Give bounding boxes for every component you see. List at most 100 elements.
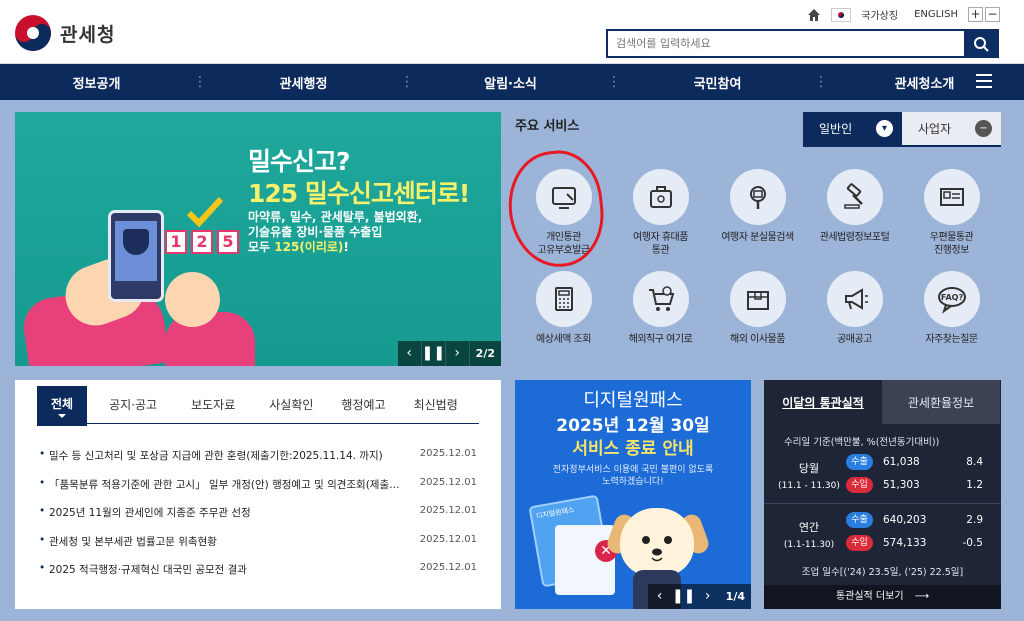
dpass-controls: ‹ ❚❚ › 1/4 xyxy=(647,584,751,609)
tab-label: 일반인 xyxy=(819,122,853,136)
notice-title[interactable]: 2025 적극행정·규제혁신 대국민 공모전 결과 xyxy=(37,562,407,591)
list-item[interactable]: 2025년 11월의 관세인에 지종준 주무관 선정 2025.12.01 xyxy=(37,505,477,534)
stats-divider xyxy=(764,503,1001,504)
tab-general[interactable]: 일반인 ▾ xyxy=(803,112,902,145)
service-lost-found[interactable]: 여행자 분실물검색 xyxy=(709,169,806,265)
tab-label: 사업자 xyxy=(918,122,952,136)
banner-text: 모두 xyxy=(248,240,275,254)
service-label: 예상세액 조회 xyxy=(536,334,591,345)
cart-icon xyxy=(632,271,689,327)
import-badge: 수입 xyxy=(846,535,873,551)
chevron-down-icon: ▾ xyxy=(876,120,893,137)
list-item[interactable]: 「품목분류 적용기준에 관한 고시」 일부 개정(안) 행정예고 및 의견조회(… xyxy=(37,477,477,506)
notice-title[interactable]: 2025년 11월의 관세인에 지종준 주무관 선정 xyxy=(37,505,407,534)
luggage-icon xyxy=(632,169,689,225)
service-traveler-goods[interactable]: 여행자 휴대품 통관 xyxy=(612,169,709,265)
period-name: 연간 xyxy=(798,521,820,534)
dpass-desc-line: 전자정부서비스 이용에 국민 불편이 없도록 xyxy=(552,465,714,475)
notice-title[interactable]: 관세청 및 본부세관 법률고문 위촉현황 xyxy=(37,534,407,563)
next-icon[interactable]: › xyxy=(446,341,470,366)
banner-description: 마약류, 밀수, 관세탈루, 불법외환, 기술유출 장비·물품 수출입 모두 1… xyxy=(248,210,422,255)
stats-row-year-export: 수출 640,203 2.9 xyxy=(846,511,986,529)
service-label: 관세법령정보포털 xyxy=(819,232,890,243)
notice-date: 2025.12.01 xyxy=(419,505,477,516)
prev-icon[interactable]: ‹ xyxy=(398,341,422,366)
service-label: 여행자 휴대품 통관 xyxy=(633,232,688,256)
nav-item-participation[interactable]: 국민참여 xyxy=(621,73,814,92)
site-logo[interactable]: 관세청 xyxy=(14,14,115,52)
nav-item-info[interactable]: 정보공개 xyxy=(0,73,193,92)
tab-exchange-rate[interactable]: 관세환율정보 xyxy=(882,380,1000,424)
svg-text:FAQ?: FAQ? xyxy=(940,293,963,302)
stats-row-month-export: 수출 61,038 8.4 xyxy=(846,453,986,471)
notice-date: 2025.12.01 xyxy=(419,562,477,573)
import-badge: 수입 xyxy=(846,477,873,493)
digital-onepass-banner[interactable]: 디지털원패스 2025년 12월 30일 서비스 종료 안내 전자정부서비스 이… xyxy=(515,380,751,609)
search-input[interactable] xyxy=(608,31,958,56)
service-law-portal[interactable]: 관세법령정보포털 xyxy=(806,169,903,265)
service-postal-customs[interactable]: 우편물통관 진행정보 xyxy=(903,169,1000,265)
list-item[interactable]: 관세청 및 본부세관 법률고문 위촉현황 2025.12.01 xyxy=(37,534,477,563)
nav-separator: ⋮ xyxy=(193,74,207,90)
zoom-out-button[interactable]: − xyxy=(985,7,1000,22)
tab-fact-check[interactable]: 사실확인 xyxy=(255,396,327,413)
notice-title[interactable]: 밀수 등 신고처리 및 포상금 지급에 관한 훈령(제출기한:2025.11.1… xyxy=(37,448,407,477)
tab-notice[interactable]: 공지·공고 xyxy=(95,396,171,413)
dog-mascot-illustration xyxy=(620,508,694,576)
dpass-page-indicator: 1/4 xyxy=(725,590,745,603)
tab-all[interactable]: 전체 xyxy=(37,385,88,426)
nav-item-about[interactable]: 관세청소개 xyxy=(828,73,1021,92)
home-icon[interactable] xyxy=(807,8,821,22)
list-item[interactable]: 밀수 등 신고처리 및 포상금 지급에 관한 훈령(제출기한:2025.11.1… xyxy=(37,448,477,477)
stats-more-button[interactable]: 통관실적 더보기 ⟶ xyxy=(764,585,1001,609)
main-nav: 정보공개 ⋮ 관세행정 ⋮ 알림·소식 ⋮ 국민참여 ⋮ 관세청소개 xyxy=(0,64,1024,100)
service-moving-goods[interactable]: 해외 이사물품 xyxy=(709,271,806,351)
service-public-sale[interactable]: 공매공고 xyxy=(806,271,903,351)
card-label: 디지털원패스 xyxy=(535,505,575,521)
service-label: 공매공고 xyxy=(837,334,872,345)
zoom-in-button[interactable]: + xyxy=(968,7,983,22)
search-button[interactable] xyxy=(964,31,997,56)
pause-icon[interactable]: ❚❚ xyxy=(422,341,446,366)
list-item[interactable]: 2025 적극행정·규제혁신 대국민 공모전 결과 2025.12.01 xyxy=(37,562,477,591)
national-symbol-link[interactable]: 국가상징 xyxy=(861,7,898,22)
hero-banner[interactable]: 1 2 5 밀수신고? 125 밀수신고센터로! 마약류, 밀수, 관세탈루, … xyxy=(15,112,501,366)
tab-monthly-stats[interactable]: 이달의 통관실적 xyxy=(764,380,882,424)
nav-item-customs-admin[interactable]: 관세행정 xyxy=(207,73,400,92)
services-title: 주요 서비스 xyxy=(515,119,580,134)
banner-line: 기술유출 장비·물품 수출입 xyxy=(248,225,383,239)
stats-row-month-import: 수입 51,303 1.2 xyxy=(846,476,986,494)
stats-basis: 수리일 기준(백만불, %(전년동기대비)) xyxy=(784,437,940,448)
tab-press[interactable]: 보도자료 xyxy=(177,396,249,413)
nav-item-news[interactable]: 알림·소식 xyxy=(414,73,607,92)
menu-icon[interactable] xyxy=(976,74,992,88)
stat-rate: 8.4 xyxy=(966,456,983,468)
nav-separator: ⋮ xyxy=(814,74,828,90)
tab-admin-notice[interactable]: 행정예고 xyxy=(327,396,399,413)
pause-icon[interactable]: ❚❚ xyxy=(672,584,696,609)
service-overseas-purchase[interactable]: 해외직구 여기로 xyxy=(612,271,709,351)
stat-rate: 1.2 xyxy=(966,479,983,491)
service-label: 해외 이사물품 xyxy=(730,334,785,345)
notice-date: 2025.12.01 xyxy=(419,448,477,459)
notice-board: 전체 공지·공고 보도자료 사실확인 행정예고 최신법령 밀수 등 신고처리 및… xyxy=(15,380,501,609)
tab-latest-laws[interactable]: 최신법령 xyxy=(400,396,472,413)
stat-value: 574,133 xyxy=(883,537,927,549)
tab-business[interactable]: 사업자 − xyxy=(902,112,1001,145)
site-header: 관세청 국가상징 ENGLISH + − xyxy=(0,0,1024,64)
banner-line: 모두 125(이리로)! xyxy=(248,240,422,255)
main-services: 주요 서비스 일반인 ▾ 사업자 − 개인통관 고유부호발급 여행자 휴대품 통… xyxy=(503,112,1001,366)
prev-icon[interactable]: ‹ xyxy=(648,584,672,609)
notice-tabs: 전체 공지·공고 보도자료 사실확인 행정예고 최신법령 xyxy=(37,385,479,426)
next-icon[interactable]: › xyxy=(696,584,720,609)
stat-value: 640,203 xyxy=(883,514,927,526)
notice-title[interactable]: 「품목분류 적용기준에 관한 고시」 일부 개정(안) 행정예고 및 의견조회(… xyxy=(37,477,407,506)
service-tax-estimate[interactable]: 예상세액 조회 xyxy=(515,271,612,351)
service-faq[interactable]: FAQ? 자주찾는질문 xyxy=(903,271,1000,351)
english-link[interactable]: ENGLISH xyxy=(914,9,958,20)
digit-box: 1 xyxy=(165,230,187,254)
calculator-icon xyxy=(535,271,592,327)
hand-illustration xyxy=(165,272,220,327)
dpass-end-notice: 서비스 종료 안내 xyxy=(572,439,694,459)
logo-text: 관세청 xyxy=(60,23,116,46)
